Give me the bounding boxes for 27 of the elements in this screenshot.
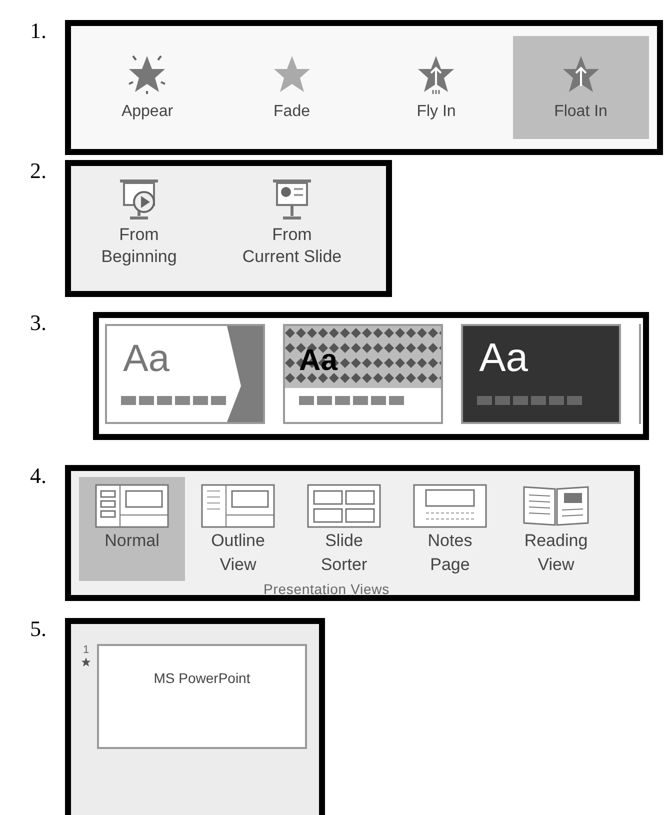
slideshow-button[interactable]: From Beginning	[71, 178, 207, 268]
animation-option[interactable]: Fade	[224, 36, 360, 139]
group-label: Presentation Views	[264, 581, 390, 597]
normal-view-icon	[94, 483, 170, 529]
item-number: 4.	[29, 462, 48, 490]
item-number: 1.	[29, 17, 48, 45]
animation-option[interactable]: Float In	[512, 36, 649, 139]
theme-thumbnail[interactable]: Aa	[461, 324, 622, 424]
notes-page-icon	[412, 483, 488, 529]
slide-thumbnail[interactable]: MS PowerPoint	[97, 644, 307, 749]
view-button[interactable]: Normal	[79, 477, 185, 581]
theme-thumbnail[interactable]: Aa	[283, 324, 444, 424]
view-button[interactable]: Notes Page	[397, 477, 503, 581]
view-button[interactable]: Slide Sorter	[291, 477, 397, 581]
animation-option[interactable]: Fly In	[368, 36, 504, 139]
slide-number: 1	[82, 644, 90, 657]
item-number: 5.	[29, 615, 48, 643]
item-number: 3.	[29, 309, 48, 337]
theme-thumbnail[interactable]: Aa	[105, 324, 266, 424]
animation-star-icon	[81, 657, 91, 667]
view-button[interactable]: Reading View	[503, 477, 609, 581]
view-button[interactable]: Outline View	[185, 477, 291, 581]
slideshow-button[interactable]: From Current Slide	[207, 178, 377, 268]
slide-sorter-icon	[306, 483, 382, 529]
item-number: 2.	[29, 157, 48, 185]
outline-view-icon	[200, 483, 276, 529]
animation-option[interactable]: Appear	[79, 36, 216, 139]
